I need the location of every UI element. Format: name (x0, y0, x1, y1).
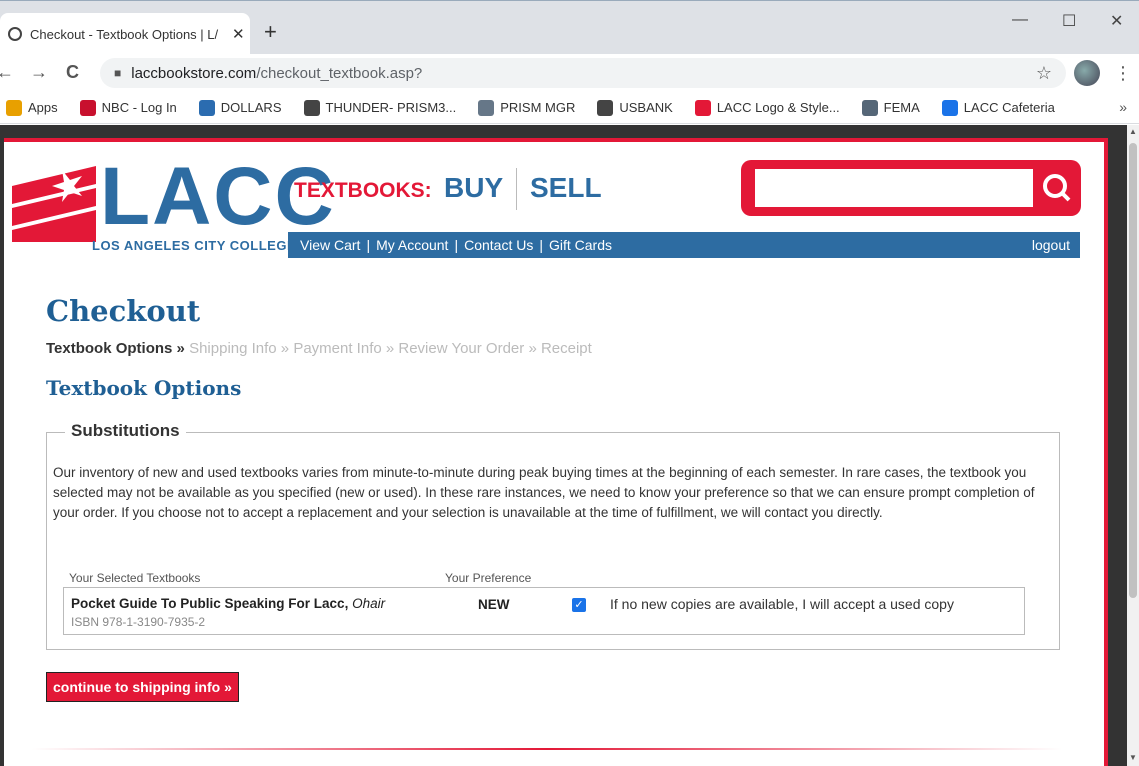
bookmark-item[interactable]: THUNDER- PRISM3... (303, 99, 457, 116)
new-tab-button[interactable]: + (264, 21, 277, 43)
bookmark-label: THUNDER- PRISM3... (325, 100, 457, 115)
back-button[interactable]: ← (0, 62, 14, 83)
bookmark-label: NBC - Log In (101, 100, 177, 115)
buy-link[interactable]: BUY (444, 172, 503, 204)
search-input[interactable] (755, 169, 1033, 207)
search-button[interactable] (1039, 168, 1075, 208)
bookmark-star-icon[interactable]: ☆ (1036, 63, 1052, 84)
bookmark-label: DOLLARS (220, 100, 282, 115)
lacc-logo[interactable]: LACC LOS ANGELES CITY COLLEGE (12, 156, 334, 262)
accept-used-label[interactable]: If no new copies are available, I will a… (610, 596, 954, 612)
tab-close-icon[interactable]: ✕ (232, 25, 245, 43)
minimize-button[interactable]: — (1012, 11, 1028, 29)
page-scrollbar[interactable]: ▲ ▼ (1127, 125, 1139, 766)
cafeteria-icon (941, 99, 958, 116)
scrollbar-thumb[interactable] (1129, 143, 1137, 598)
bookmark-item[interactable]: LACC Cafeteria (941, 99, 1055, 116)
substitutions-description: Our inventory of new and used textbooks … (53, 465, 1035, 520)
bookmark-label: Apps (28, 100, 58, 115)
checkout-breadcrumb: Textbook Options » Shipping Info » Payme… (46, 340, 592, 357)
footer-divider (32, 748, 1062, 750)
browser-menu-icon[interactable]: ⋮ (1114, 60, 1132, 86)
view-cart-link[interactable]: View Cart (300, 237, 360, 253)
bookmark-label: PRISM MGR (500, 100, 576, 115)
nbc-icon (79, 99, 96, 116)
apps-icon (6, 99, 22, 116)
substitutions-fieldset: Substitutions Our inventory of new and u… (46, 421, 1060, 650)
sell-link[interactable]: SELL (530, 172, 602, 204)
browser-titlebar: Checkout - Textbook Options | L/ ✕ + — ☐… (0, 0, 1139, 55)
profile-avatar[interactable] (1074, 60, 1100, 86)
bookmarks-more-icon[interactable]: » (1119, 99, 1127, 115)
lacc-flag-icon (12, 166, 96, 242)
scroll-up-icon[interactable]: ▲ (1129, 127, 1137, 136)
bookmark-item[interactable]: LACC Logo & Style... (694, 99, 840, 116)
bookmark-label: FEMA (883, 100, 920, 115)
bookmark-label: USBANK (619, 100, 673, 115)
site-nav-bar: View Cart | My Account | Contact Us | Gi… (288, 232, 1080, 258)
bookmark-item[interactable]: FEMA (861, 99, 920, 116)
my-account-link[interactable]: My Account (376, 237, 448, 253)
lacc-icon (694, 99, 711, 116)
bookmark-label: LACC Cafeteria (963, 100, 1055, 115)
bookmark-item[interactable]: PRISM MGR (478, 99, 576, 116)
url-text: laccbookstore.com/checkout_textbook.asp? (131, 64, 423, 82)
bookmark-label: LACC Logo & Style... (716, 100, 840, 115)
globe-icon (303, 99, 320, 116)
continue-to-shipping-button[interactable]: continue to shipping info » (46, 672, 239, 702)
dollars-icon (198, 99, 215, 116)
forward-button[interactable]: → (30, 62, 48, 83)
breadcrumb-current-step: Textbook Options » (46, 340, 185, 357)
lock-icon: ■ (114, 66, 122, 80)
bookmarks-bar: Apps NBC - Log In DOLLARS THUNDER- PRISM3..… (0, 92, 1139, 124)
globe-icon (597, 99, 614, 116)
page-sheet: LACC LOS ANGELES CITY COLLEGE TEXTBOOKS:… (4, 138, 1108, 766)
book-author: Ohair (352, 596, 386, 611)
logo-subtitle: LOS ANGELES CITY COLLEGE (92, 238, 297, 253)
maximize-button[interactable]: ☐ (1062, 11, 1076, 31)
accept-used-checkbox[interactable]: ✓ (572, 598, 586, 612)
search-icon (1043, 174, 1071, 202)
column-header-preference: Your Preference (445, 571, 532, 585)
breadcrumb-remaining-steps: Shipping Info » Payment Info » Review Yo… (184, 340, 592, 357)
window-close-button[interactable]: ✕ (1110, 11, 1123, 31)
buy-sell-divider (516, 168, 517, 210)
book-isbn: ISBN 978-1-3190-7935-2 (71, 615, 206, 629)
fieldset-legend: Substitutions (65, 421, 186, 441)
column-header-textbooks: Your Selected Textbooks (69, 571, 201, 585)
page-viewport: LACC LOS ANGELES CITY COLLEGE TEXTBOOKS:… (0, 125, 1127, 766)
bookmark-item[interactable]: NBC - Log In (79, 99, 177, 116)
section-title: Textbook Options (46, 376, 242, 400)
gift-cards-link[interactable]: Gift Cards (549, 237, 612, 253)
contact-us-link[interactable]: Contact Us (464, 237, 533, 253)
tab-favicon-icon (8, 27, 22, 41)
bookmark-item[interactable]: Apps (6, 99, 58, 116)
address-bar[interactable]: ■ laccbookstore.com/checkout_textbook.as… (100, 58, 1066, 88)
bookmark-item[interactable]: DOLLARS (198, 99, 282, 116)
table-row: Pocket Guide To Public Speaking For Lacc… (63, 587, 1025, 635)
prism-icon (478, 99, 495, 116)
textbooks-label: TEXTBOOKS: (294, 179, 432, 202)
browser-tab[interactable]: Checkout - Textbook Options | L/ ✕ (0, 13, 250, 55)
scroll-down-icon[interactable]: ▼ (1129, 753, 1137, 762)
page-title: Checkout (46, 294, 201, 328)
logout-link[interactable]: logout (1032, 237, 1070, 253)
search-box (741, 160, 1081, 216)
book-title: Pocket Guide To Public Speaking For Lacc… (71, 596, 386, 611)
reload-button[interactable]: C (66, 62, 79, 83)
bookmark-item[interactable]: USBANK (597, 99, 673, 116)
tab-title: Checkout - Textbook Options | L/ (30, 26, 219, 42)
preference-value: NEW (478, 597, 510, 612)
fema-icon (861, 99, 878, 116)
